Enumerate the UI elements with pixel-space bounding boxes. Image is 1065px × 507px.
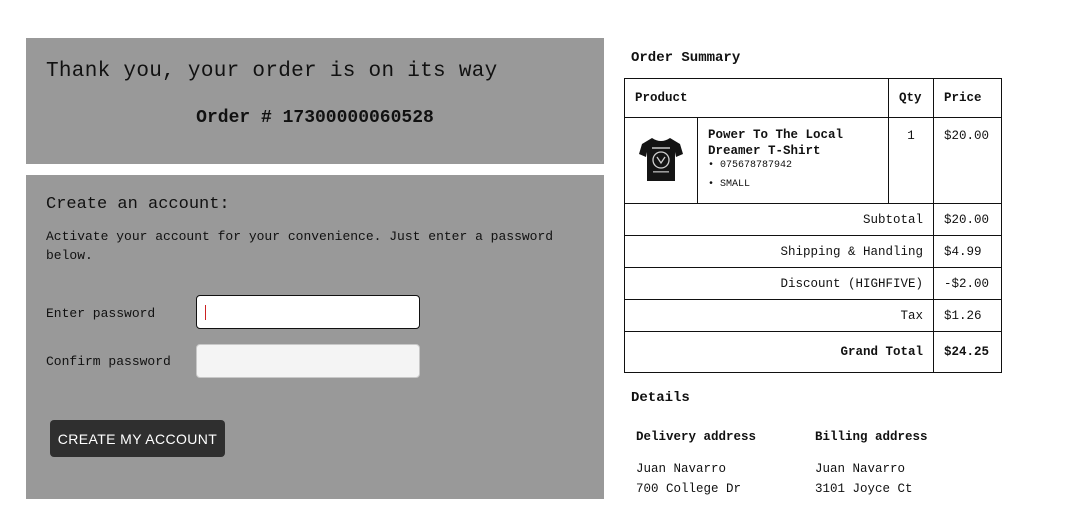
billing-name: Juan Navarro bbox=[815, 462, 906, 476]
tshirt-icon bbox=[639, 137, 683, 181]
billing-street: 3101 Joyce Ct bbox=[815, 482, 913, 496]
shipping-label: Shipping & Handling bbox=[624, 235, 934, 268]
create-account-panel: Create an account: Activate your account… bbox=[26, 175, 604, 499]
delivery-address-heading: Delivery address bbox=[636, 430, 757, 444]
product-price: $20.00 bbox=[933, 117, 1002, 204]
order-summary-title: Order Summary bbox=[631, 50, 741, 66]
order-summary-table: Product Qty Price Power To The Local Dre… bbox=[624, 78, 1002, 373]
tax-value: $1.26 bbox=[933, 299, 1002, 332]
product-column-header: Product bbox=[624, 78, 889, 118]
delivery-street: 700 College Dr bbox=[636, 482, 742, 496]
create-account-button[interactable]: CREATE MY ACCOUNT bbox=[50, 420, 225, 457]
text-caret bbox=[205, 305, 206, 320]
subtotal-label: Subtotal bbox=[624, 203, 934, 236]
subtotal-row: Subtotal $20.00 bbox=[624, 203, 1002, 236]
grand-total-label: Grand Total bbox=[624, 331, 934, 373]
product-qty: 1 bbox=[888, 117, 934, 204]
password-label: Enter password bbox=[46, 306, 156, 321]
subtotal-value: $20.00 bbox=[933, 203, 1002, 236]
tax-row: Tax $1.26 bbox=[624, 299, 1002, 332]
confirm-password-label: Confirm password bbox=[46, 354, 171, 369]
create-account-heading: Create an account: bbox=[46, 195, 230, 214]
grand-total-value: $24.25 bbox=[933, 331, 1002, 373]
details-title: Details bbox=[631, 390, 690, 406]
discount-label: Discount (HIGHFIVE) bbox=[624, 267, 934, 300]
product-sku: • 075678787942 bbox=[708, 160, 793, 171]
qty-column-header: Qty bbox=[888, 78, 934, 118]
delivery-name: Juan Navarro bbox=[636, 462, 727, 476]
create-account-description: Activate your account for your convenien… bbox=[46, 229, 554, 263]
order-number: Order # 17300000060528 bbox=[196, 108, 434, 128]
product-row: Power To The Local Dreamer T-Shirt • 075… bbox=[624, 117, 1002, 204]
product-thumbnail[interactable] bbox=[624, 117, 698, 204]
order-confirmation-panel: Thank you, your order is on its way Orde… bbox=[26, 38, 604, 164]
tax-label: Tax bbox=[624, 299, 934, 332]
summary-header-row: Product Qty Price bbox=[624, 78, 1002, 118]
product-name: Power To The Local Dreamer T-Shirt bbox=[708, 128, 844, 158]
discount-row: Discount (HIGHFIVE) -$2.00 bbox=[624, 267, 1002, 300]
grand-total-row: Grand Total $24.25 bbox=[624, 331, 1002, 373]
product-options: • 075678787942 • SMALL bbox=[708, 159, 888, 191]
confirm-password-field[interactable] bbox=[196, 344, 420, 378]
confirmation-title: Thank you, your order is on its way bbox=[46, 60, 498, 83]
shipping-value: $4.99 bbox=[933, 235, 1002, 268]
discount-value: -$2.00 bbox=[933, 267, 1002, 300]
password-field[interactable] bbox=[196, 295, 420, 329]
product-size: • SMALL bbox=[708, 179, 751, 190]
shipping-row: Shipping & Handling $4.99 bbox=[624, 235, 1002, 268]
price-column-header: Price bbox=[933, 78, 1002, 118]
product-details: Power To The Local Dreamer T-Shirt • 075… bbox=[697, 117, 889, 204]
billing-address-heading: Billing address bbox=[815, 430, 928, 444]
